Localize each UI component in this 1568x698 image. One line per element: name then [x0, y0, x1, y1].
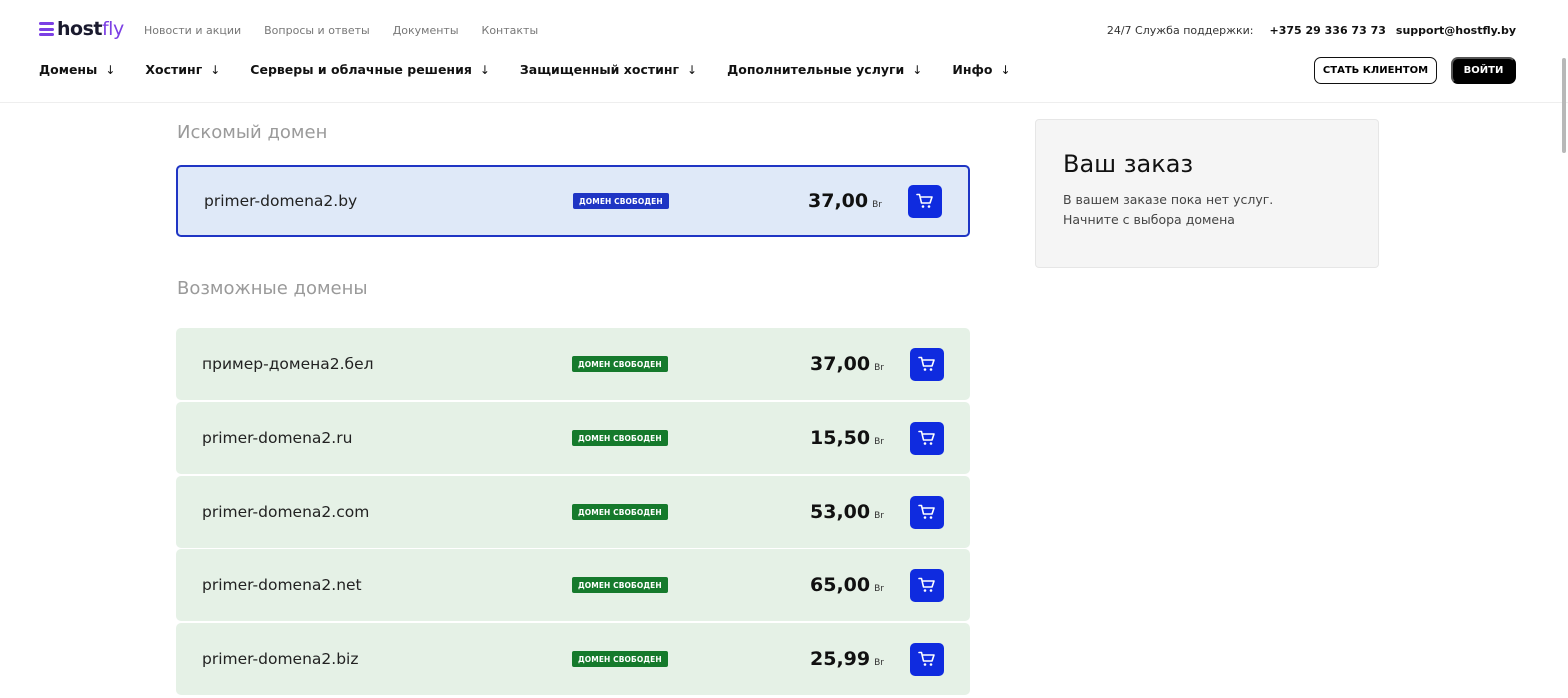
searched-domain-title: Искомый домен [177, 122, 328, 143]
domain-name: primer-domena2.biz [202, 650, 359, 668]
searched-domain-row: primer-domena2.by ДОМЕН СВОБОДЕН 37,00 Br [176, 165, 970, 237]
main-nav: Домены ↓ Хостинг ↓ Серверы и облачные реше… [39, 62, 1011, 77]
price: 53,00 Br [810, 501, 884, 523]
list-item: пример-домена2.бел ДОМЕН СВОБОДЕН 37,00 B… [176, 328, 970, 400]
top-nav-faq[interactable]: Вопросы и ответы [264, 24, 370, 37]
support-phone[interactable]: +375 29 336 73 73 [1270, 24, 1386, 37]
top-nav-news[interactable]: Новости и акции [144, 24, 241, 37]
main-nav-hosting[interactable]: Хостинг ↓ [145, 62, 220, 77]
logo-stack-icon [39, 22, 54, 36]
list-item: primer-domena2.net ДОМЕН СВОБОДЕН 65,00 B… [176, 549, 970, 621]
top-nav-documents[interactable]: Документы [393, 24, 459, 37]
status-badge: ДОМЕН СВОБОДЕН [572, 504, 668, 520]
main-nav-info[interactable]: Инфо ↓ [952, 62, 1010, 77]
main-nav-extra-services[interactable]: Дополнительные услуги ↓ [727, 62, 922, 77]
price-value: 37,00 [810, 353, 871, 375]
cart-icon [918, 356, 935, 371]
top-nav: Новости и акции Вопросы и ответы Докумен… [144, 24, 538, 37]
list-item: primer-domena2.biz ДОМЕН СВОБОДЕН 25,99 B… [176, 623, 970, 695]
price-value: 15,50 [810, 427, 871, 449]
main-nav-label: Серверы и облачные решения [250, 62, 472, 77]
domain-name: primer-domena2.by [204, 192, 358, 210]
order-empty-text: В вашем заказе пока нет услуг. Начните с… [1063, 192, 1274, 227]
domain-name: primer-domena2.com [202, 503, 370, 521]
arrow-down-icon: ↓ [210, 62, 221, 77]
price-value: 37,00 [808, 190, 869, 212]
domain-name: primer-domena2.ru [202, 429, 353, 447]
cart-icon [918, 504, 935, 519]
main-nav-label: Защищенный хостинг [519, 62, 680, 77]
status-badge: ДОМЕН СВОБОДЕН [572, 430, 668, 446]
support-label: 24/7 Служба поддержки: [1106, 24, 1254, 37]
currency: Br [874, 363, 884, 373]
hostfly-logo[interactable]: hostfly [39, 18, 124, 40]
status-badge: ДОМЕН СВОБОДЕН [572, 577, 668, 593]
arrow-down-icon: ↓ [687, 62, 698, 77]
logo-fly-text: fly [101, 18, 124, 40]
logo-host-text: host [57, 18, 102, 40]
main-nav-label: Хостинг [145, 62, 203, 77]
price: 37,00 Br [810, 353, 884, 375]
price-value: 53,00 [810, 501, 871, 523]
domain-name: пример-домена2.бел [202, 355, 374, 373]
add-to-cart-button[interactable] [910, 495, 944, 529]
support-email[interactable]: support@hostfly.by [1396, 24, 1516, 37]
currency: Br [874, 437, 884, 447]
become-client-button[interactable]: СТАТЬ КЛИЕНТОМ [1314, 57, 1437, 84]
main-nav-secure-hosting[interactable]: Защищенный хостинг ↓ [520, 62, 697, 77]
add-to-cart-button[interactable] [910, 421, 944, 455]
order-title: Ваш заказ [1063, 150, 1194, 178]
main-nav-label: Инфо [952, 62, 993, 77]
status-badge: ДОМЕН СВОБОДЕН [572, 356, 668, 372]
currency: Br [872, 200, 882, 210]
arrow-down-icon: ↓ [912, 62, 923, 77]
site-header: hostfly Новости и акции Вопросы и ответы… [0, 0, 1568, 103]
domain-name: primer-domena2.net [202, 576, 362, 594]
login-button[interactable]: ВОЙТИ [1451, 57, 1516, 84]
cart-icon [918, 577, 935, 592]
main-nav-domains[interactable]: Домены ↓ [39, 62, 115, 77]
price: 25,99 Br [810, 648, 884, 670]
support-info: 24/7 Служба поддержки: +375 29 336 73 73… [1107, 24, 1516, 37]
price-value: 25,99 [810, 648, 871, 670]
list-item: primer-domena2.ru ДОМЕН СВОБОДЕН 15,50 Br [176, 402, 970, 474]
currency: Br [874, 511, 884, 521]
main-nav-servers[interactable]: Серверы и облачные решения ↓ [250, 62, 490, 77]
list-item: primer-domena2.com ДОМЕН СВОБОДЕН 53,00 B… [176, 476, 970, 548]
add-to-cart-button[interactable] [908, 184, 942, 218]
price: 37,00 Br [808, 190, 882, 212]
price: 65,00 Br [810, 574, 884, 596]
currency: Br [874, 584, 884, 594]
status-badge: ДОМЕН СВОБОДЕН [572, 651, 668, 667]
arrow-down-icon: ↓ [1000, 62, 1011, 77]
main-nav-label: Дополнительные услуги [727, 62, 905, 77]
main-nav-label: Домены [39, 62, 98, 77]
price: 15,50 Br [810, 427, 884, 449]
add-to-cart-button[interactable] [910, 347, 944, 381]
price-value: 65,00 [810, 574, 871, 596]
possible-domains-title: Возможные домены [177, 278, 368, 299]
cart-icon [918, 430, 935, 445]
page-scrollbar[interactable] [1562, 58, 1566, 153]
add-to-cart-button[interactable] [910, 568, 944, 602]
cart-icon [918, 651, 935, 666]
cart-icon [916, 193, 933, 208]
arrow-down-icon: ↓ [105, 62, 116, 77]
order-panel: Ваш заказ В вашем заказе пока нет услуг.… [1035, 119, 1379, 268]
arrow-down-icon: ↓ [479, 62, 490, 77]
status-badge: ДОМЕН СВОБОДЕН [573, 193, 669, 209]
currency: Br [874, 658, 884, 668]
top-nav-contacts[interactable]: Контакты [482, 24, 539, 37]
add-to-cart-button[interactable] [910, 642, 944, 676]
